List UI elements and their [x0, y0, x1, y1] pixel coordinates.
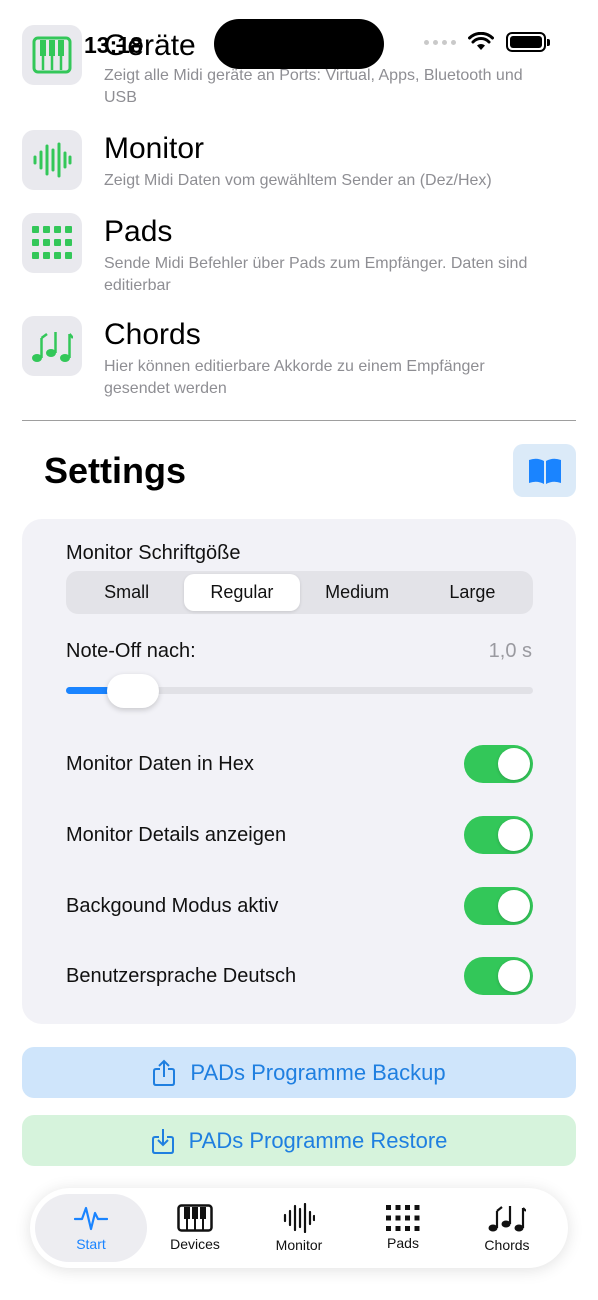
feature-desc: Hier können editierbare Akkorde zu einem…: [104, 358, 485, 397]
toggle-label-details: Monitor Details anzeigen: [66, 824, 287, 846]
status-icons: [424, 32, 550, 52]
segment-small[interactable]: Small: [69, 574, 184, 611]
toggle-knob: [498, 960, 530, 992]
tab-bar: Start Devices Monitor Pads Chords: [30, 1188, 568, 1268]
tab-label: Monitor: [275, 1237, 323, 1253]
font-size-segmented-control[interactable]: Small Regular Medium Large: [66, 571, 533, 614]
notes-icon: [488, 1206, 526, 1232]
note-off-value: 1,0 s: [488, 640, 532, 662]
status-time: 13:18: [84, 32, 143, 58]
slider-thumb[interactable]: [107, 674, 159, 708]
restore-label: PADs Programme Restore: [188, 1127, 448, 1153]
font-size-label: Monitor Schriftgöße: [66, 542, 241, 564]
settings-title: Settings: [44, 450, 187, 491]
backup-button[interactable]: PADs Programme Backup: [22, 1047, 576, 1098]
toggle-label-hex: Monitor Daten in Hex: [66, 753, 254, 775]
divider: [22, 420, 576, 421]
toggle-knob: [498, 819, 530, 851]
feature-title: Pads: [104, 215, 173, 248]
tab-devices[interactable]: Devices: [139, 1194, 251, 1262]
download-icon: [151, 1128, 174, 1154]
share-icon: [153, 1059, 176, 1086]
toggle-label-language: Benutzersprache Deutsch: [66, 965, 297, 987]
tab-label: Chords: [484, 1237, 530, 1253]
details-toggle[interactable]: [464, 816, 533, 854]
tab-pads[interactable]: Pads: [347, 1194, 459, 1262]
tab-label: Pads: [387, 1235, 419, 1251]
feature-title: Monitor: [104, 132, 205, 165]
piano-icon: [177, 1204, 213, 1232]
segment-large[interactable]: Large: [415, 574, 530, 611]
feature-desc: Zeigt Midi Daten vom gewähltem Sender an…: [104, 172, 492, 189]
segment-regular[interactable]: Regular: [184, 574, 300, 611]
waveform-icon: [22, 130, 82, 190]
feature-desc: Sende Midi Befehler über Pads zum Empfän…: [104, 255, 528, 294]
feature-desc: Zeigt alle Midi geräte an Ports: Virtual…: [104, 67, 523, 106]
background-toggle[interactable]: [464, 887, 533, 925]
notes-icon: [22, 316, 82, 376]
waveform-icon: [283, 1203, 315, 1233]
backup-label: PADs Programme Backup: [190, 1059, 446, 1085]
signal-icon: [424, 39, 456, 45]
battery-icon: [506, 32, 550, 52]
segment-medium[interactable]: Medium: [300, 574, 415, 611]
toggle-knob: [498, 890, 530, 922]
restore-button[interactable]: PADs Programme Restore: [22, 1115, 576, 1166]
tab-start[interactable]: Start: [35, 1194, 147, 1262]
note-off-label: Note-Off nach:: [66, 640, 196, 662]
tab-label: Devices: [170, 1236, 220, 1252]
feature-title: Chords: [104, 318, 201, 351]
dynamic-island: [214, 19, 384, 69]
wifi-icon: [468, 32, 494, 50]
tab-monitor[interactable]: Monitor: [243, 1194, 355, 1262]
grid-icon: [386, 1205, 420, 1231]
hex-toggle[interactable]: [464, 745, 533, 783]
waveform-pulse-icon: [74, 1206, 108, 1231]
toggle-knob: [498, 748, 530, 780]
tab-label: Start: [76, 1236, 106, 1252]
tab-chords[interactable]: Chords: [451, 1194, 563, 1262]
manual-button[interactable]: [513, 444, 576, 497]
grid-icon: [22, 213, 82, 273]
toggle-label-background: Backgound Modus aktiv: [66, 895, 279, 917]
language-toggle[interactable]: [464, 957, 533, 995]
piano-icon: [22, 25, 82, 85]
book-icon: [528, 458, 561, 484]
